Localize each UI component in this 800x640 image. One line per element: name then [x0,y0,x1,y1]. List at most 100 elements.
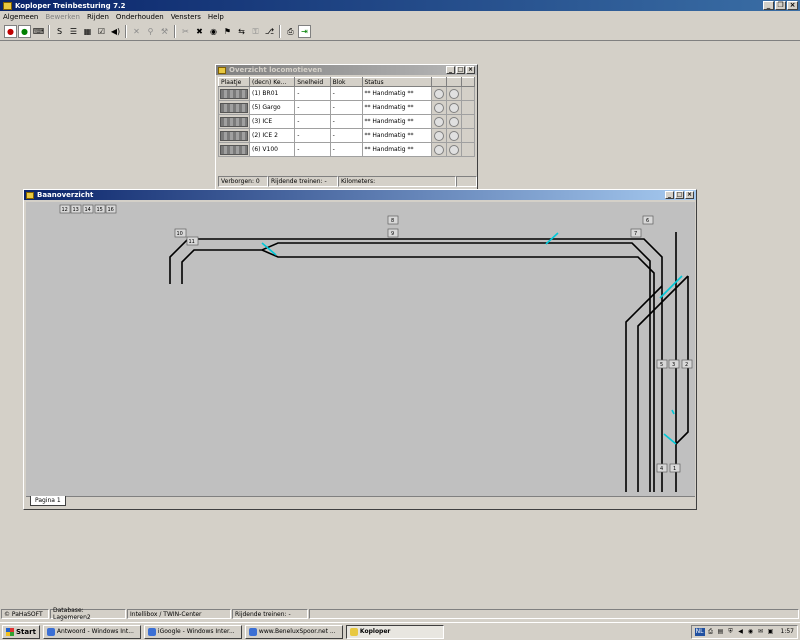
resize-grip[interactable] [456,176,477,187]
loco-action-button[interactable] [431,114,448,129]
tab-pagina-1[interactable]: Pagina 1 [30,496,66,506]
printer-icon[interactable]: ⎙ [707,628,715,636]
col-speed[interactable]: Snelheid [294,77,331,87]
loco-action-button[interactable] [446,86,463,101]
table-row[interactable]: (1) BR01 - - ** Handmatig ** [218,86,475,101]
table-row[interactable]: (6) V100 - - ** Handmatig ** [218,142,475,157]
block-8[interactable]: 8 [387,215,399,225]
browser-icon [248,627,257,636]
menu-vensters[interactable]: Vensters [171,13,201,21]
loco-action-button[interactable] [431,100,448,115]
antivirus-icon[interactable]: ◉ [747,628,755,636]
wrench-icon[interactable]: ⚒ [158,25,171,38]
route-icon[interactable]: ⇆ [235,25,248,38]
print-icon[interactable]: ⎙ [284,25,297,38]
lock2-icon[interactable]: ⚿ [249,25,262,38]
arrows-icon[interactable]: ✕ [130,25,143,38]
menu-rijden[interactable]: Rijden [87,13,109,21]
block-7[interactable]: 7 [630,228,642,238]
block-15[interactable]: 15 [94,204,106,214]
block-14[interactable]: 14 [82,204,94,214]
loco-action-button[interactable] [446,114,463,129]
track-lines [169,232,689,492]
menu-bewerken[interactable]: Bewerken [45,13,80,21]
minimize-button[interactable]: _ [665,191,674,199]
block-9[interactable]: 9 [387,228,399,238]
task-antwoord[interactable]: Antwoord - Windows Int... [42,624,141,639]
minimize-button[interactable]: _ [446,66,455,74]
block-11[interactable]: 11 [186,236,199,246]
task-koploper[interactable]: Koploper [345,624,444,639]
col-btn3 [461,77,475,87]
block-13[interactable]: 13 [70,204,82,214]
loco-action-button[interactable] [446,142,463,157]
col-name[interactable]: (decn) Ke... [248,77,296,87]
clock[interactable]: 1:57 [781,628,794,635]
volume-icon[interactable]: ◀ [737,628,745,636]
col-status[interactable]: Status [361,77,433,87]
table-row[interactable]: (2) ICE 2 - - ** Handmatig ** [218,128,475,143]
block-1[interactable]: 1 [669,463,681,473]
svg-text:7: 7 [634,231,637,237]
loco-block: - [329,86,363,101]
track-plan[interactable]: 12 13 14 15 16 10 11 8 9 6 7 5 3 2 4 1 [26,202,695,496]
train-icon[interactable]: ◉ [207,25,220,38]
block-2[interactable]: 2 [681,359,693,369]
keyboard-icon[interactable]: ⌨ [32,25,45,38]
col-block[interactable]: Blok [329,77,363,87]
block-5[interactable]: 5 [656,359,668,369]
list-icon[interactable]: ☰ [67,25,80,38]
track-plan-canvas[interactable]: 12 13 14 15 16 10 11 8 9 6 7 5 3 2 4 1 [26,202,695,496]
lock-icon[interactable]: ⚲ [144,25,157,38]
block-4[interactable]: 4 [656,463,668,473]
block-10[interactable]: 10 [174,228,187,238]
check-icon[interactable]: ☑ [95,25,108,38]
block-3[interactable]: 3 [668,359,680,369]
menu-help[interactable]: Help [208,13,224,21]
locomotive-green-icon[interactable]: ● [18,25,31,38]
loco-action-button[interactable] [446,100,463,115]
speaker-icon[interactable]: ◀) [109,25,122,38]
language-indicator[interactable]: NL [694,627,705,636]
locomotive-red-icon[interactable]: ● [4,25,17,38]
speaker-off-icon[interactable]: ✖ [193,25,206,38]
menu-onderhouden[interactable]: Onderhouden [116,13,164,21]
block-12[interactable]: 12 [59,204,71,214]
close-button[interactable]: × [466,66,475,74]
col-plaatje[interactable]: Plaatje [218,77,250,87]
table-row[interactable]: (5) Gargo - - ** Handmatig ** [218,100,475,115]
loco-speed: - [294,86,331,101]
table-row[interactable]: (3) ICE - - ** Handmatig ** [218,114,475,129]
update-icon[interactable]: ✉ [757,628,765,636]
network-icon[interactable]: ⎇ [263,25,276,38]
task-beneluxspoor[interactable]: www.BeneluxSpoor.net ... [244,624,343,639]
loco-table-header: Plaatje (decn) Ke... Snelheid Blok Statu… [218,77,475,87]
block-6[interactable]: 6 [642,215,654,225]
loco-action-button[interactable] [431,86,448,101]
maximize-button[interactable]: □ [456,66,465,74]
maximize-button[interactable]: □ [675,191,684,199]
security-icon[interactable]: ⛨ [727,628,735,636]
loco-action-button[interactable] [446,128,463,143]
close-button[interactable]: × [787,1,798,10]
switch-icon[interactable]: S [53,25,66,38]
loco-action-button[interactable] [431,142,448,157]
browser-icon [147,627,156,636]
toolbar: ● ● ⌨ S ☰ ▦ ☑ ◀) ✕ ⚲ ⚒ ✂ ✖ ◉ ⚑ ⇆ ⚿ ⎇ ⎙ ⇥ [0,23,800,41]
grid-icon[interactable]: ▦ [81,25,94,38]
svg-text:8: 8 [391,218,394,224]
undo-icon[interactable]: ⚑ [221,25,234,38]
restore-button[interactable]: ❐ [775,1,786,10]
stop-icon[interactable]: ✂ [179,25,192,38]
menu-algemeen[interactable]: Algemeen [3,13,38,21]
network-icon[interactable]: ▤ [717,628,725,636]
exit-icon[interactable]: ⇥ [298,25,311,38]
loco-action-button[interactable] [431,128,448,143]
svg-text:11: 11 [189,239,195,245]
minimize-button[interactable]: _ [763,1,774,10]
close-button[interactable]: × [685,191,694,199]
task-igoogle[interactable]: iGoogle - Windows Inter... [143,624,242,639]
monitor-icon[interactable]: ▣ [767,628,775,636]
start-button[interactable]: Start [2,624,40,639]
block-16[interactable]: 16 [105,204,117,214]
